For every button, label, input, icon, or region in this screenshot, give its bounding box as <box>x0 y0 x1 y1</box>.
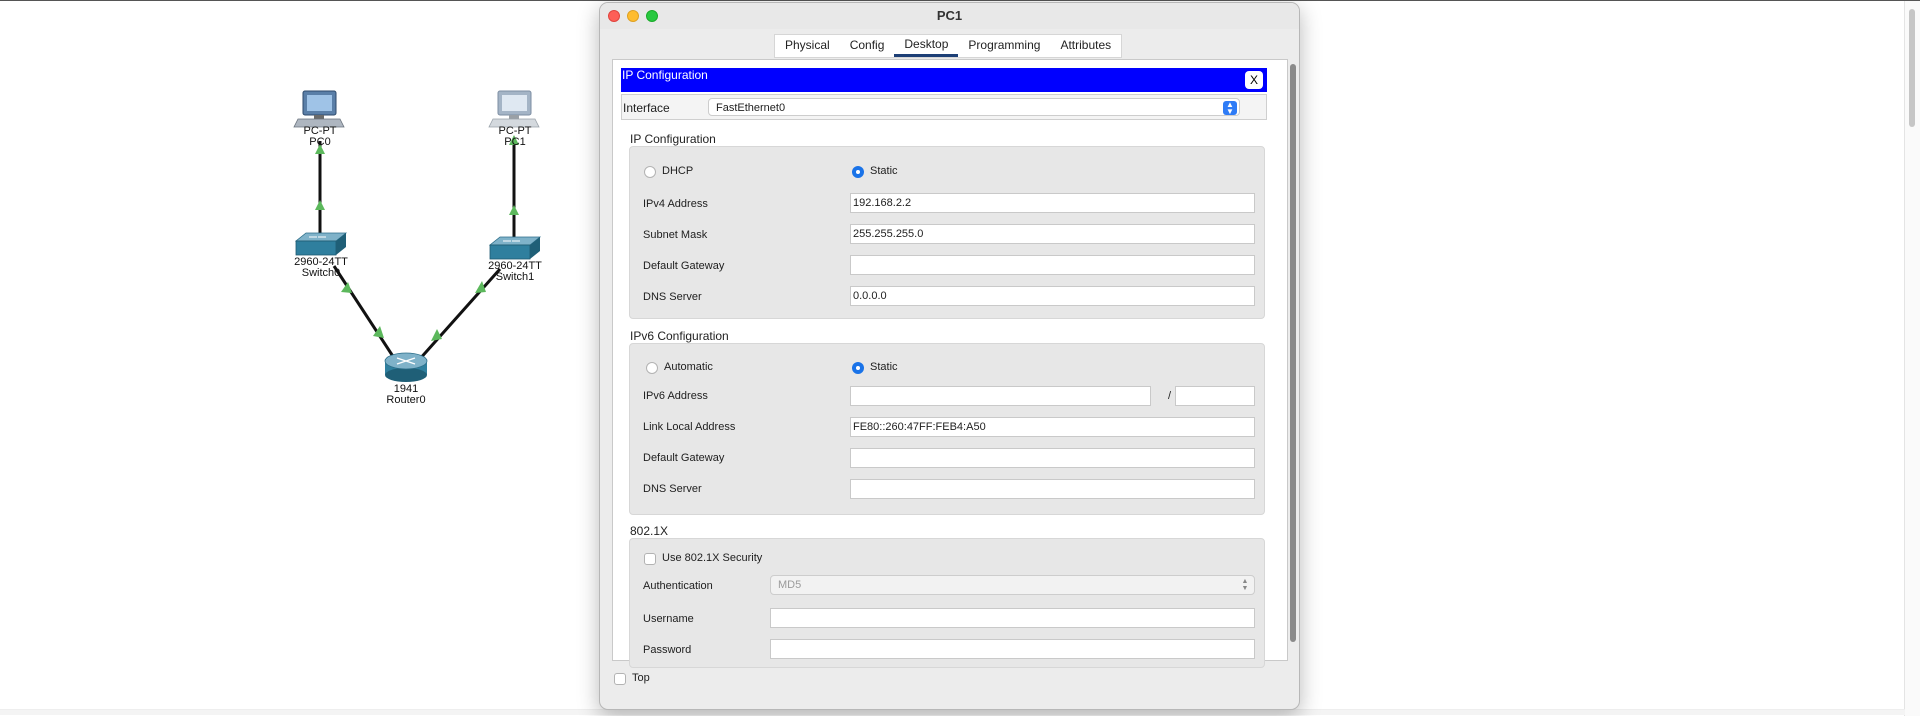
automatic-ipv6-label: Automatic <box>664 361 713 373</box>
ipv4-dns-server-field[interactable]: 0.0.0.0 <box>850 286 1255 306</box>
pc1-computer-icon[interactable] <box>488 90 540 128</box>
ipv4-section-title: IP Configuration <box>630 132 716 146</box>
link-status-up-icon <box>315 200 325 210</box>
password-label: Password <box>643 644 692 656</box>
interface-label: Interface <box>623 101 670 115</box>
dhcp-radio[interactable] <box>644 166 656 178</box>
pc1-name-label: PC1 <box>504 136 526 148</box>
pc0-computer-icon[interactable] <box>293 90 345 128</box>
link-status-up-icon <box>509 205 519 215</box>
static-ipv4-label: Static <box>870 165 898 177</box>
username-field[interactable] <box>770 608 1255 628</box>
switch1-switch-icon[interactable] <box>488 236 542 260</box>
switch1-name-label: Switch1 <box>495 271 535 283</box>
switch0-name-label: Switch0 <box>301 267 341 279</box>
ipv6-default-gateway-field[interactable] <box>850 448 1255 468</box>
ipv6-prefix-length-field[interactable] <box>1175 386 1255 406</box>
static-ipv6-radio[interactable] <box>852 362 864 374</box>
ip-configuration-header-title: IP Configuration <box>622 68 708 82</box>
tab-attributes[interactable]: Attributes <box>1050 35 1121 57</box>
authentication-select-value: MD5 <box>778 579 802 591</box>
top-checkbox[interactable] <box>614 673 626 685</box>
ipv4-address-label: IPv4 Address <box>643 198 708 210</box>
use-8021x-security-checkbox[interactable] <box>644 553 656 565</box>
dhcp-label: DHCP <box>662 165 694 177</box>
use-8021x-security-label: Use 802.1X Security <box>662 552 763 564</box>
static-ipv4-radio[interactable] <box>852 166 864 178</box>
ipv6-default-gateway-label: Default Gateway <box>643 452 725 464</box>
router0-name-label: Router0 <box>386 394 426 406</box>
ipv6-dns-server-field[interactable] <box>850 479 1255 499</box>
password-field[interactable] <box>770 639 1255 659</box>
link-switch0-router0[interactable] <box>332 265 398 362</box>
dot1x-section-title: 802.1X <box>630 524 669 538</box>
panel-scroll-thumb[interactable] <box>1290 64 1296 642</box>
ipv4-default-gateway-label: Default Gateway <box>643 260 725 272</box>
tab-physical[interactable]: Physical <box>775 35 840 57</box>
subnet-mask-label: Subnet Mask <box>643 229 708 241</box>
link-local-address-label: Link Local Address <box>643 421 736 433</box>
select-arrows-icon: ▲ ▼ <box>1241 578 1249 592</box>
ipv6-address-field[interactable] <box>850 386 1151 406</box>
window-titlebar[interactable]: PC1 <box>600 3 1299 29</box>
ipv4-group: DHCP Static IPv4 Address 192.168.2.2 Sub… <box>629 146 1265 319</box>
subnet-mask-field[interactable]: 255.255.255.0 <box>850 224 1255 244</box>
authentication-label: Authentication <box>643 580 713 592</box>
workspace-vertical-scrollbar[interactable] <box>1904 1 1920 716</box>
ipv4-dns-server-label: DNS Server <box>643 291 702 303</box>
device-tab-bar: Physical Config Desktop Programming Attr… <box>774 34 1123 58</box>
select-arrows-icon: ▲ ▼ <box>1223 101 1237 116</box>
tab-programming[interactable]: Programming <box>958 35 1050 57</box>
ip-configuration-panel: IP Configuration X Interface FastEtherne… <box>612 59 1296 668</box>
tab-desktop[interactable]: Desktop <box>894 35 959 57</box>
switch0-switch-icon[interactable] <box>294 232 348 256</box>
ipv6-address-label: IPv6 Address <box>643 390 708 402</box>
username-label: Username <box>643 613 694 625</box>
top-checkbox-label: Top <box>632 672 650 684</box>
ipv6-prefix-separator: / <box>1168 390 1172 402</box>
ip-configuration-header: IP Configuration X <box>621 68 1267 92</box>
pc0-name-label: PC0 <box>309 136 331 148</box>
static-ipv6-label: Static <box>870 361 898 373</box>
close-ip-configuration-button[interactable]: X <box>1245 71 1263 89</box>
workspace-scroll-thumb[interactable] <box>1909 9 1915 127</box>
panel-vertical-scrollbar[interactable] <box>1289 62 1297 644</box>
interface-select[interactable]: FastEthernet0 ▲ ▼ <box>708 98 1240 116</box>
ipv6-section-title: IPv6 Configuration <box>630 329 729 343</box>
ipv6-group: Automatic Static IPv6 Address / Link Loc… <box>629 343 1265 515</box>
router0-router-icon[interactable] <box>384 352 428 382</box>
ipv4-default-gateway-field[interactable] <box>850 255 1255 275</box>
device-window: PC1 Physical Config Desktop Programming … <box>599 2 1300 710</box>
window-title: PC1 <box>936 8 963 23</box>
authentication-select[interactable]: MD5 ▲ ▼ <box>770 575 1255 595</box>
ipv6-dns-server-label: DNS Server <box>643 483 702 495</box>
automatic-ipv6-radio[interactable] <box>646 362 658 374</box>
interface-row: Interface FastEthernet0 ▲ ▼ <box>621 94 1267 120</box>
ipv4-address-field[interactable]: 192.168.2.2 <box>850 193 1255 213</box>
link-local-address-field[interactable]: FE80::260:47FF:FEB4:A50 <box>850 417 1255 437</box>
dot1x-group: Use 802.1X Security Authentication MD5 ▲… <box>629 538 1265 668</box>
interface-select-value: FastEthernet0 <box>716 102 786 114</box>
tab-config[interactable]: Config <box>840 35 895 57</box>
network-topology[interactable] <box>0 1 560 421</box>
